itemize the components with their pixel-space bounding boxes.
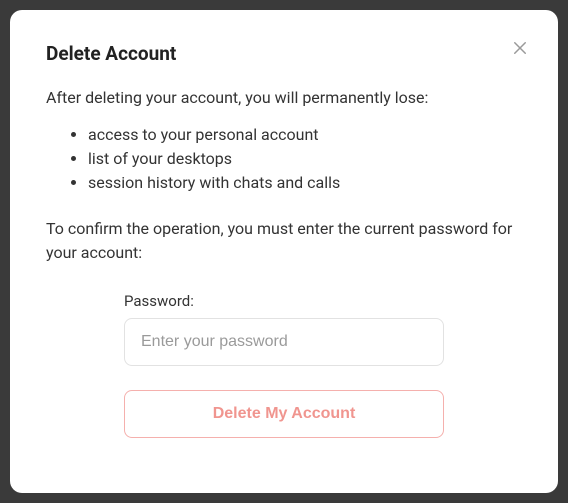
form-area: Password: Delete My Account	[46, 292, 522, 438]
delete-my-account-button[interactable]: Delete My Account	[124, 390, 444, 438]
close-icon	[511, 39, 529, 57]
confirm-text: To confirm the operation, you must enter…	[46, 217, 522, 263]
list-item: list of your desktops	[88, 147, 522, 171]
password-input[interactable]	[124, 318, 444, 366]
delete-account-modal: Delete Account After deleting your accou…	[10, 10, 558, 493]
list-item: access to your personal account	[88, 123, 522, 147]
modal-title: Delete Account	[46, 42, 522, 65]
password-label: Password:	[124, 292, 444, 310]
list-item: session history with chats and calls	[88, 171, 522, 195]
intro-text: After deleting your account, you will pe…	[46, 87, 522, 109]
loss-list: access to your personal account list of …	[46, 123, 522, 195]
close-button[interactable]	[508, 36, 532, 60]
